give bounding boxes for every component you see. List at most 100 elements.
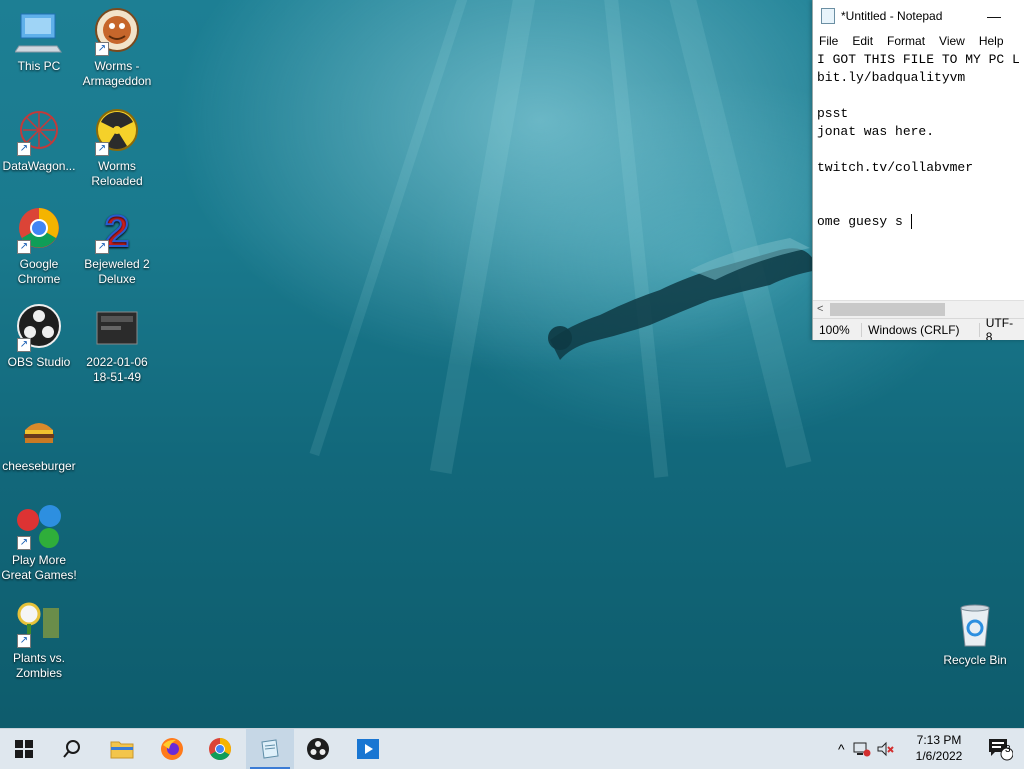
clock-date: 1/6/2022 (915, 749, 963, 763)
system-tray: ^ (838, 729, 895, 769)
notepad-icon (261, 739, 279, 759)
taskbar-file-explorer[interactable] (98, 729, 146, 769)
desktop-icon-recycle-bin[interactable]: Recycle Bin (936, 602, 1014, 668)
desktop-icon-plants-vs-zombies[interactable]: ↗ Plants vs. Zombies (0, 600, 78, 681)
text-line: psst (817, 106, 849, 121)
taskbar: ^ 7:13 PM 1/6/2022 3 (0, 728, 1024, 769)
desktop-icon-label: Bejeweled 2 Deluxe (84, 257, 150, 286)
search-icon (63, 740, 80, 758)
text-caret (910, 214, 912, 230)
notepad-window[interactable]: *Untitled - Notepad — File Edit Format V… (812, 0, 1024, 340)
desktop-icon-label: cheeseburger (2, 459, 76, 473)
status-zoom: 100% (813, 323, 863, 337)
window-title: *Untitled - Notepad (841, 8, 943, 23)
media-player-icon (357, 739, 379, 759)
scrollbar-thumb[interactable] (830, 303, 945, 316)
text-line (817, 195, 1024, 213)
desktop-icon-datawagon[interactable]: ↗ DataWagon... (0, 108, 78, 174)
folder-icon (110, 741, 134, 759)
shortcut-arrow-icon: ↗ (95, 42, 109, 56)
text-line: twitch.tv/collabvmer (817, 160, 974, 175)
shortcut-arrow-icon: ↗ (95, 240, 109, 254)
cheeseburger-icon (15, 408, 63, 456)
desktop-icon-label: 2022-01-06 18-51-49 (86, 355, 148, 384)
taskbar-notepad[interactable] (246, 729, 294, 769)
taskbar-chrome[interactable] (196, 729, 244, 769)
desktop-icon-cheeseburger[interactable]: cheeseburger (0, 408, 78, 474)
notification-center-button[interactable]: 3 (976, 729, 1024, 769)
recycle-bin-icon (951, 602, 999, 650)
taskbar-firefox[interactable] (148, 729, 196, 769)
notepad-app-icon (821, 7, 835, 24)
scroll-left-icon[interactable]: < (817, 301, 823, 318)
desktop-icon-label: Play More Great Games! (1, 553, 77, 582)
play-more-games-icon: ↗ (15, 502, 63, 550)
clock-time: 7:13 PM (916, 733, 962, 747)
text-line: I GOT THIS FILE TO MY PC L (817, 52, 1020, 67)
menu-format[interactable]: Format (887, 34, 925, 48)
menu-file[interactable]: File (819, 34, 838, 48)
windows-logo-icon (15, 740, 33, 758)
text-editor[interactable]: I GOT THIS FILE TO MY PC L bit.ly/badqual… (817, 51, 1024, 299)
text-line (817, 141, 1024, 159)
bejeweled-2-deluxe-icon: 2 ↗ (93, 206, 141, 257)
shortcut-arrow-icon: ↗ (17, 634, 31, 648)
shortcut-arrow-icon: ↗ (17, 536, 31, 550)
shortcut-arrow-icon: ↗ (17, 240, 31, 254)
text-line: bit.ly/badqualityvm (817, 70, 966, 85)
taskbar-media-player[interactable] (344, 729, 392, 769)
diver-silhouette (548, 238, 818, 360)
taskbar-obs-studio[interactable] (294, 729, 342, 769)
desktop-icon-video-file[interactable]: 2022-01-06 18-51-49 (78, 304, 156, 385)
desktop-icon-this-pc[interactable]: This PC (0, 8, 78, 74)
desktop-icon-label: This PC (17, 59, 61, 73)
google-chrome-icon: ↗ (15, 206, 63, 254)
status-line-ending: Windows (CRLF) (862, 323, 980, 337)
text-line: jonat was here. (817, 124, 935, 139)
status-bar: 100% Windows (CRLF) UTF-8 (813, 316, 1024, 340)
notepad-titlebar[interactable]: *Untitled - Notepad — (813, 0, 1024, 31)
minimize-button[interactable]: — (987, 8, 1001, 24)
desktop-icon-label: Plants vs. Zombies (12, 651, 66, 680)
desktop-icon-label: Worms Reloaded (91, 159, 143, 188)
shortcut-arrow-icon: ↗ (95, 142, 109, 156)
status-encoding: UTF-8 (985, 316, 1014, 340)
menu-edit[interactable]: Edit (852, 34, 873, 48)
menu-view[interactable]: View (939, 34, 965, 48)
obs-studio-icon: ↗ (15, 304, 63, 352)
text-line-current: ome guesy s (817, 214, 912, 230)
obs-icon (307, 738, 329, 760)
desktop-icon-play-more-games[interactable]: ↗ Play More Great Games! (0, 502, 78, 583)
show-hidden-icons-button[interactable]: ^ (838, 741, 845, 757)
worms-reloaded-icon: ↗ (93, 108, 141, 156)
shortcut-arrow-icon: ↗ (17, 338, 31, 352)
video-file-icon (93, 304, 141, 352)
desktop-icon-label: Worms - Armageddon (82, 59, 152, 88)
this-pc-icon (14, 8, 63, 56)
search-button[interactable] (48, 729, 96, 769)
desktop-icon-bejeweled-2[interactable]: 2 ↗ Bejeweled 2 Deluxe (78, 206, 156, 287)
text-line (817, 87, 1024, 105)
desktop-icon-label: Google Chrome (17, 257, 61, 286)
desktop-icon-google-chrome[interactable]: ↗ Google Chrome (0, 206, 78, 287)
volume-muted-icon[interactable] (877, 741, 895, 757)
taskbar-clock[interactable]: 7:13 PM 1/6/2022 (906, 732, 972, 764)
desktop-icon-label: Recycle Bin (943, 653, 1007, 667)
notification-count-badge: 3 (1005, 744, 1011, 755)
menu-bar: File Edit Format View Help (813, 31, 1024, 51)
menu-help[interactable]: Help (979, 34, 1004, 48)
network-disconnected-icon[interactable] (853, 741, 871, 757)
plants-vs-zombies-icon: ↗ (15, 600, 63, 648)
desktop-icon-label: OBS Studio (7, 355, 71, 369)
chrome-icon (209, 738, 231, 760)
desktop-icon-worms-reloaded[interactable]: ↗ Worms Reloaded (78, 108, 156, 189)
desktop-icon-obs-studio[interactable]: ↗ OBS Studio (0, 304, 78, 370)
start-button[interactable] (0, 729, 48, 769)
text-line (817, 177, 1024, 195)
worms-armageddon-icon: ↗ (93, 8, 141, 56)
desktop-icon-label: DataWagon... (2, 159, 76, 173)
shortcut-arrow-icon: ↗ (17, 142, 31, 156)
desktop-icon-worms-armageddon[interactable]: ↗ Worms - Armageddon (78, 8, 156, 89)
datawagon-icon: ↗ (15, 108, 63, 156)
firefox-icon (161, 738, 183, 760)
